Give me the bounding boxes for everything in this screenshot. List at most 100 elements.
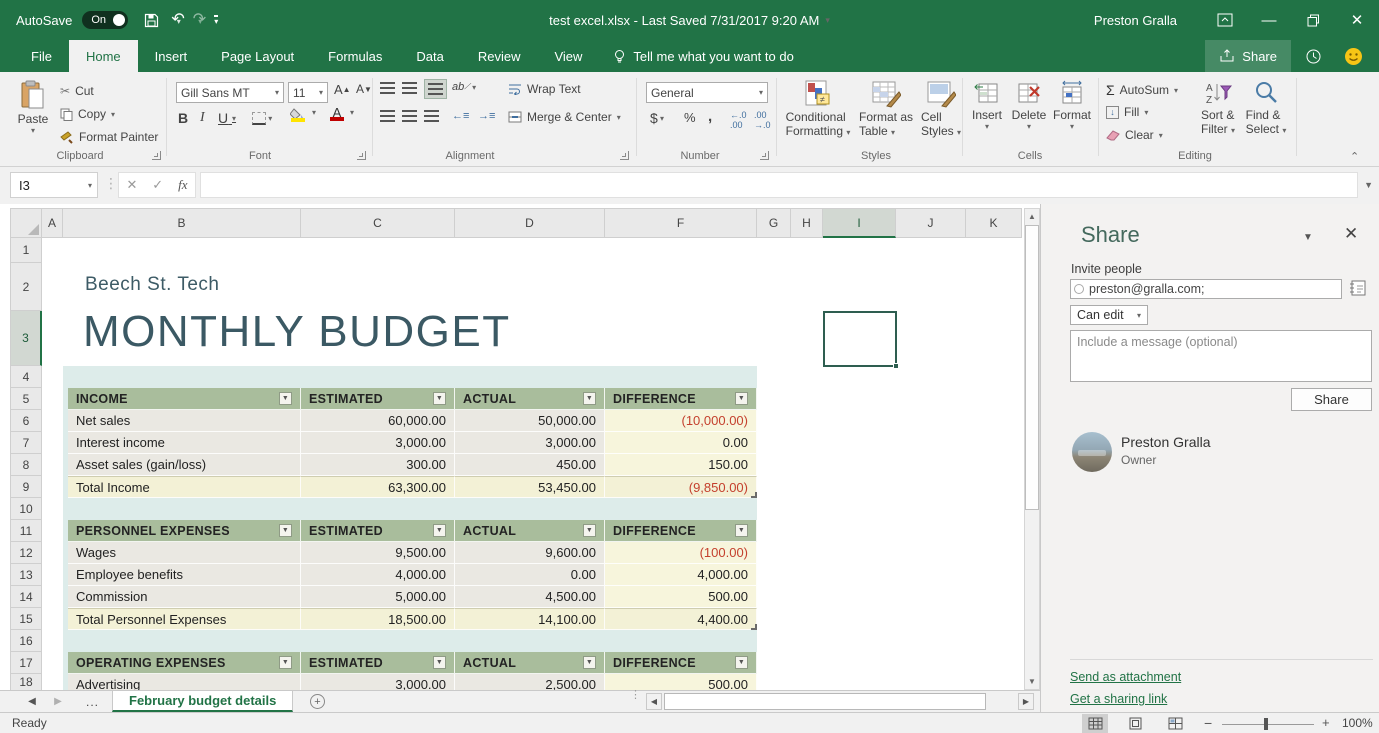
share-submit-button[interactable]: Share — [1291, 388, 1372, 411]
table-header-cell[interactable]: DIFFERENCE▼ — [605, 652, 757, 674]
row-header-16[interactable]: 16 — [10, 630, 42, 652]
column-header-C[interactable]: C — [301, 208, 455, 238]
increase-font-icon[interactable]: A▲ — [334, 82, 351, 97]
ribbon-display-options-button[interactable] — [1203, 0, 1247, 40]
table-header-cell[interactable]: INCOME▼ — [68, 388, 301, 410]
zoom-out-icon[interactable]: − — [1204, 715, 1212, 731]
table-cell[interactable]: 0.00 — [605, 432, 757, 454]
number-format-select[interactable]: General▾ — [646, 82, 768, 103]
clear-button[interactable]: Clear▾ — [1106, 128, 1163, 142]
row-header-17[interactable]: 17 — [10, 652, 42, 674]
autosum-button[interactable]: ΣAutoSum▾ — [1106, 82, 1178, 98]
tab-view[interactable]: View — [537, 40, 599, 72]
new-sheet-icon[interactable]: + — [310, 694, 325, 709]
number-dialog-launcher[interactable] — [760, 151, 769, 160]
column-header-G[interactable]: G — [757, 208, 791, 238]
page-break-view-icon[interactable] — [1162, 714, 1188, 733]
autosave-toggle[interactable]: On — [82, 11, 128, 29]
column-header-B[interactable]: B — [63, 208, 301, 238]
undo-icon[interactable]: ↶▾ — [171, 12, 180, 28]
tab-review[interactable]: Review — [461, 40, 538, 72]
filter-button[interactable]: ▼ — [583, 656, 596, 669]
pane-close-icon[interactable]: ✕ — [1344, 224, 1358, 244]
filter-button[interactable]: ▼ — [583, 392, 596, 405]
confirm-entry-icon[interactable]: ✓ — [152, 177, 163, 193]
row-header-7[interactable]: 7 — [10, 432, 42, 454]
filter-button[interactable]: ▼ — [735, 392, 748, 405]
find-select-button[interactable]: Find &Select ▾ — [1244, 80, 1288, 136]
address-book-icon[interactable] — [1349, 280, 1367, 296]
sort-filter-button[interactable]: AZ Sort &Filter ▾ — [1196, 80, 1240, 136]
table-cell[interactable]: Commission — [68, 586, 301, 608]
close-button[interactable]: ✕ — [1335, 0, 1379, 40]
insert-cells-button[interactable]: Insert▾ — [968, 80, 1006, 131]
collapse-ribbon-icon[interactable]: ⌃ — [1350, 150, 1359, 163]
active-sheet-tab[interactable]: February budget details — [112, 691, 293, 712]
decrease-decimal-icon[interactable]: .00→.0 — [754, 110, 771, 130]
table-cell[interactable]: 5,000.00 — [301, 586, 455, 608]
row-header-14[interactable]: 14 — [10, 586, 42, 608]
decrease-font-icon[interactable]: A▼ — [356, 82, 372, 96]
column-header-F[interactable]: F — [605, 208, 757, 238]
scroll-down-icon[interactable]: ▼ — [1025, 674, 1039, 689]
pane-options-caret[interactable]: ▼ — [1303, 232, 1313, 243]
row-header-15[interactable]: 15 — [10, 608, 42, 630]
accounting-format-button[interactable]: $ ▾ — [650, 110, 664, 126]
redo-icon[interactable]: ↷▾ — [193, 12, 202, 28]
row-header-12[interactable]: 12 — [10, 542, 42, 564]
column-header-D[interactable]: D — [455, 208, 605, 238]
column-header-H[interactable]: H — [791, 208, 823, 238]
column-header-J[interactable]: J — [896, 208, 966, 238]
format-painter-button[interactable]: Format Painter — [60, 130, 158, 144]
filter-button[interactable]: ▼ — [279, 392, 292, 405]
table-cell[interactable]: Wages — [68, 542, 301, 564]
filter-button[interactable]: ▼ — [279, 656, 292, 669]
tab-data[interactable]: Data — [399, 40, 460, 72]
percent-style-button[interactable]: % — [684, 110, 696, 125]
send-as-attachment-link[interactable]: Send as attachment — [1070, 670, 1181, 684]
comma-style-button[interactable]: , — [708, 108, 712, 125]
table-cell[interactable]: Net sales — [68, 410, 301, 432]
row-header-1[interactable]: 1 — [10, 238, 42, 263]
filter-button[interactable]: ▼ — [583, 524, 596, 537]
align-bottom-icon[interactable] — [424, 79, 447, 99]
row-header-4[interactable]: 4 — [10, 366, 42, 388]
column-header-I[interactable]: I — [823, 208, 896, 238]
column-header-A[interactable]: A — [42, 208, 63, 238]
column-header-K[interactable]: K — [966, 208, 1022, 238]
table-cell[interactable]: 63,300.00 — [301, 476, 455, 498]
row-header-11[interactable]: 11 — [10, 520, 42, 542]
table-header-cell[interactable]: DIFFERENCE▼ — [605, 388, 757, 410]
prev-sheet-icon[interactable]: ◀ — [22, 691, 42, 712]
merge-center-button[interactable]: Merge & Center▾ — [508, 110, 621, 124]
tab-insert[interactable]: Insert — [138, 40, 205, 72]
table-cell[interactable]: Advertising — [68, 674, 301, 690]
customize-quick-access-icon[interactable]: ▾ — [214, 15, 218, 26]
activity-history-icon[interactable] — [1295, 40, 1331, 72]
restore-button[interactable] — [1291, 0, 1335, 40]
font-color-caret[interactable]: ▾ — [350, 108, 354, 117]
name-box[interactable]: I3▾ — [10, 172, 98, 198]
format-as-table-button[interactable]: Format asTable ▾ — [856, 80, 916, 138]
filter-button[interactable]: ▼ — [433, 392, 446, 405]
permission-select[interactable]: Can edit▾ — [1070, 305, 1148, 325]
cell-styles-button[interactable]: CellStyles ▾ — [918, 80, 964, 138]
table-cell[interactable]: 3,000.00 — [301, 674, 455, 690]
vertical-scrollbar[interactable]: ▲ ▼ — [1024, 208, 1040, 690]
align-middle-icon[interactable] — [402, 82, 417, 94]
zoom-in-icon[interactable]: + — [1322, 715, 1330, 730]
smiley-feedback-icon[interactable] — [1335, 40, 1371, 72]
title-dropdown-icon[interactable]: ▾ — [825, 15, 830, 26]
table-cell[interactable]: 60,000.00 — [301, 410, 455, 432]
tab-splitter-handle[interactable]: ⋮ — [630, 693, 638, 698]
table-cell[interactable]: (100.00) — [605, 542, 757, 564]
fill-color-button[interactable] — [290, 108, 305, 122]
align-right-icon[interactable] — [424, 110, 439, 122]
hscroll-left-icon[interactable]: ◀ — [646, 693, 662, 710]
row-header-9[interactable]: 9 — [10, 476, 42, 498]
filter-button[interactable]: ▼ — [279, 524, 292, 537]
page-layout-view-icon[interactable] — [1122, 714, 1148, 733]
orientation-button[interactable]: ab⟋ ▾ — [452, 81, 476, 93]
copy-button[interactable]: Copy▾ — [60, 107, 115, 121]
table-cell[interactable]: 18,500.00 — [301, 608, 455, 630]
